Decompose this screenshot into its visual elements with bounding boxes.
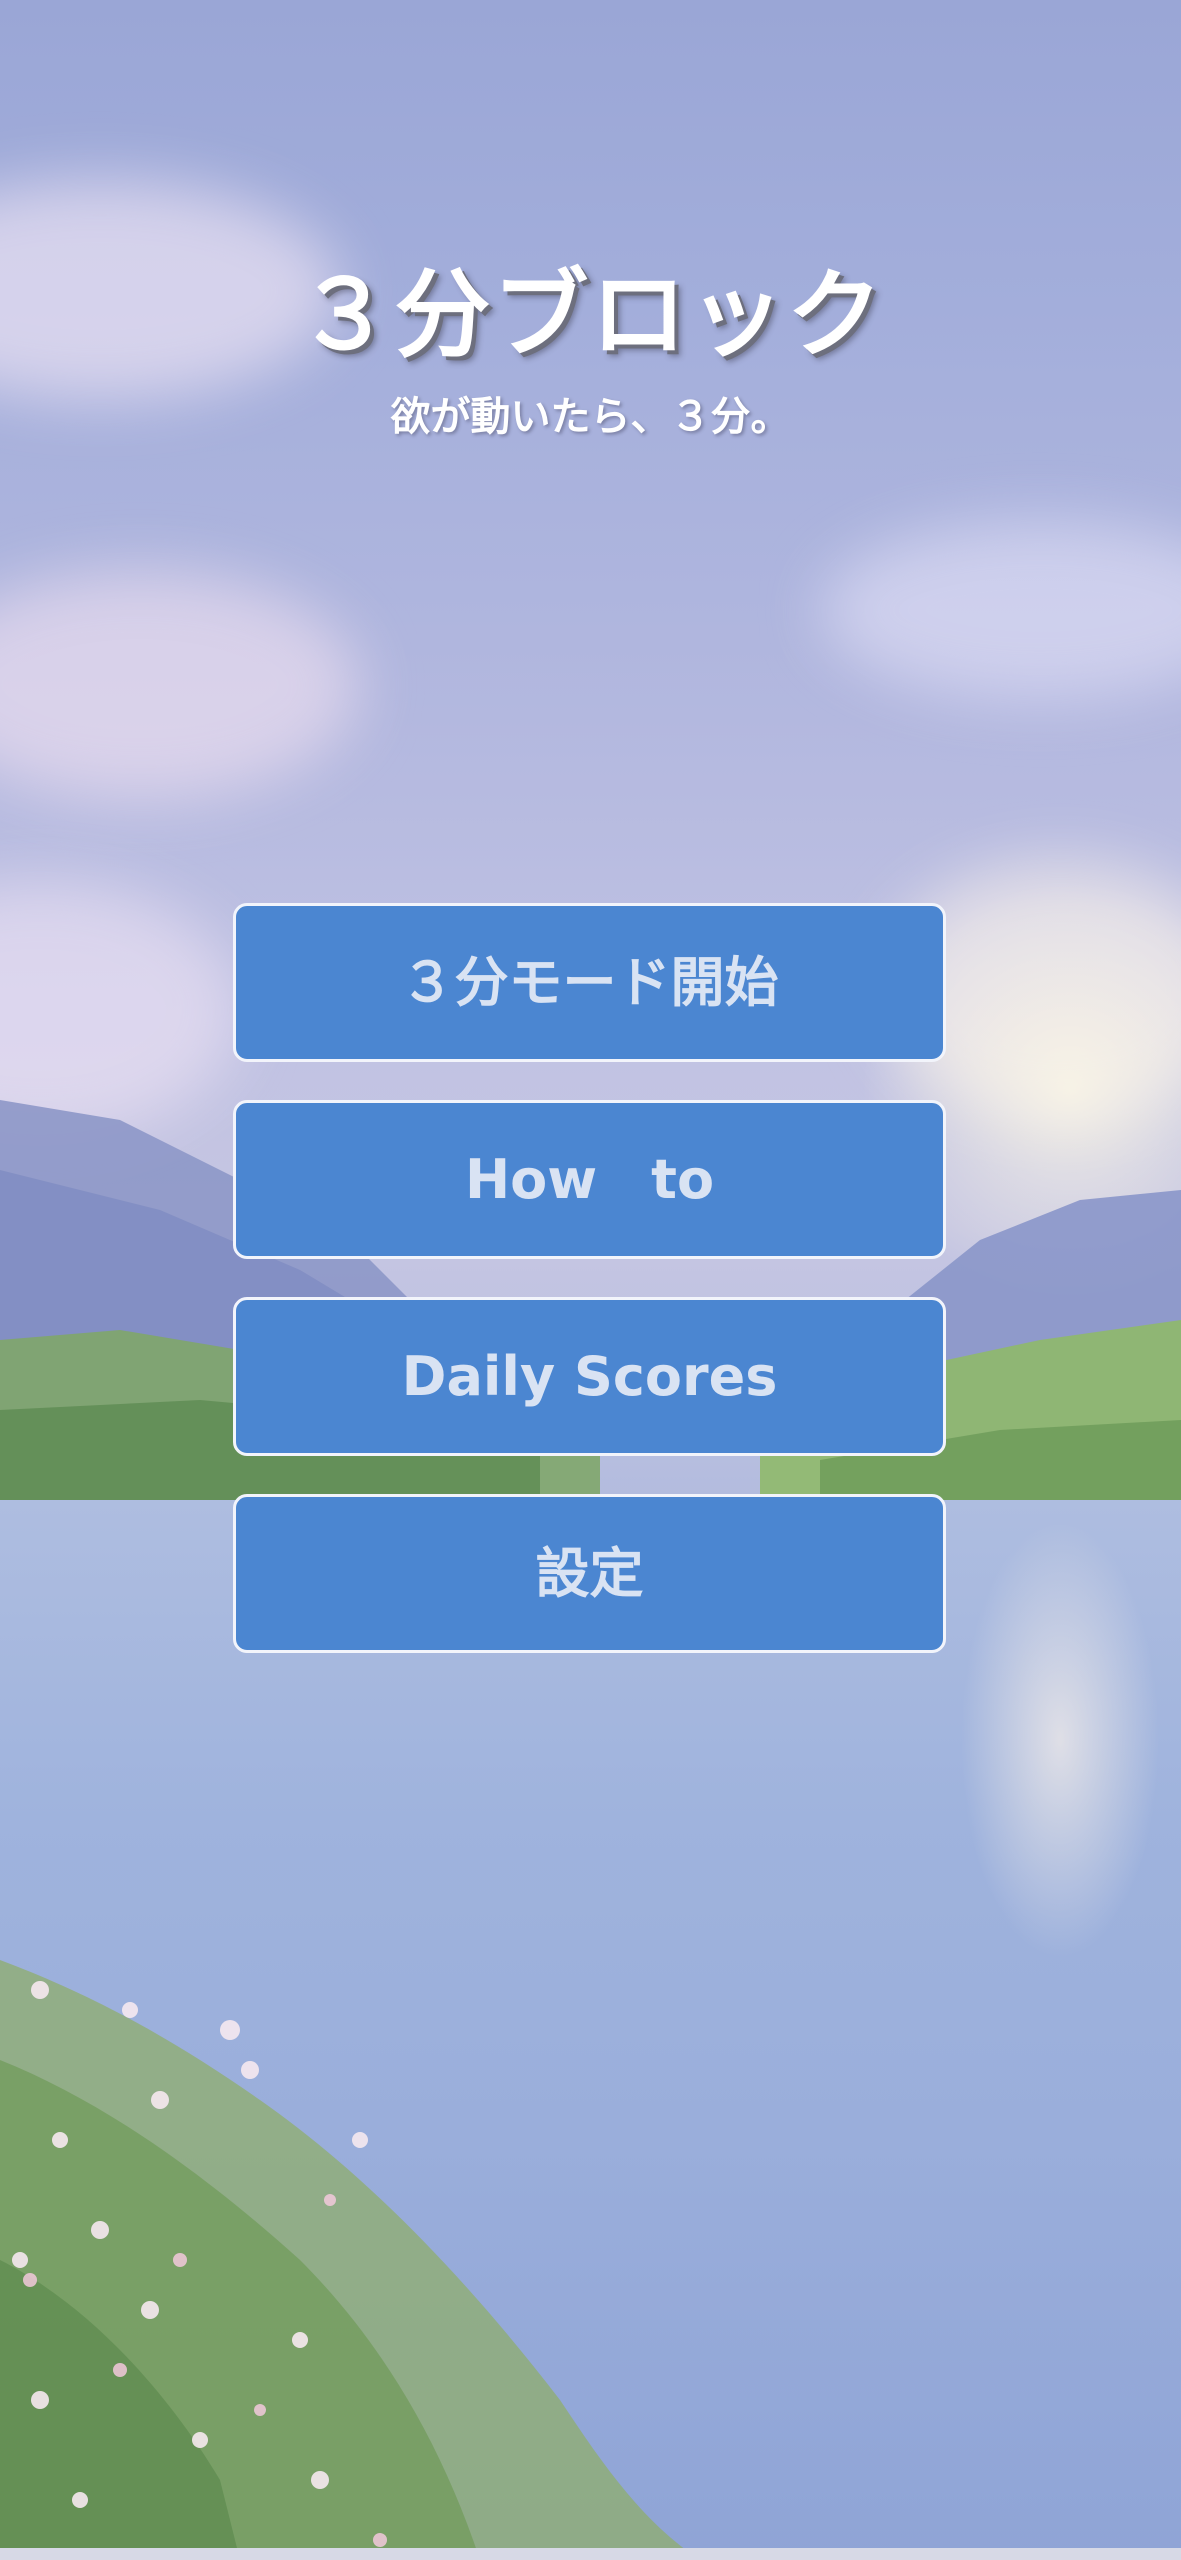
daily-scores-button[interactable]: Daily Scores	[233, 1297, 946, 1456]
home-screen: ３分ブロック 欲が動いたら、３分。 ３分モード開始 How to Daily S…	[0, 0, 1181, 2560]
main-menu: ３分モード開始 How to Daily Scores 設定	[233, 903, 946, 1691]
header: ３分ブロック 欲が動いたら、３分。	[0, 255, 1181, 445]
background-cloud	[0, 570, 360, 800]
how-to-button[interactable]: How to	[233, 1100, 946, 1259]
settings-button[interactable]: 設定	[233, 1494, 946, 1653]
background-flower-grass	[0, 1960, 700, 2560]
start-3min-mode-button[interactable]: ３分モード開始	[233, 903, 946, 1062]
app-subtitle: 欲が動いたら、３分。	[390, 394, 791, 440]
bottom-edge-bar	[0, 2548, 1181, 2560]
background-cloud	[820, 520, 1181, 700]
app-title: ３分ブロック	[296, 259, 885, 371]
background-cloud	[0, 880, 240, 1140]
background-water-shine	[960, 1520, 1160, 1960]
